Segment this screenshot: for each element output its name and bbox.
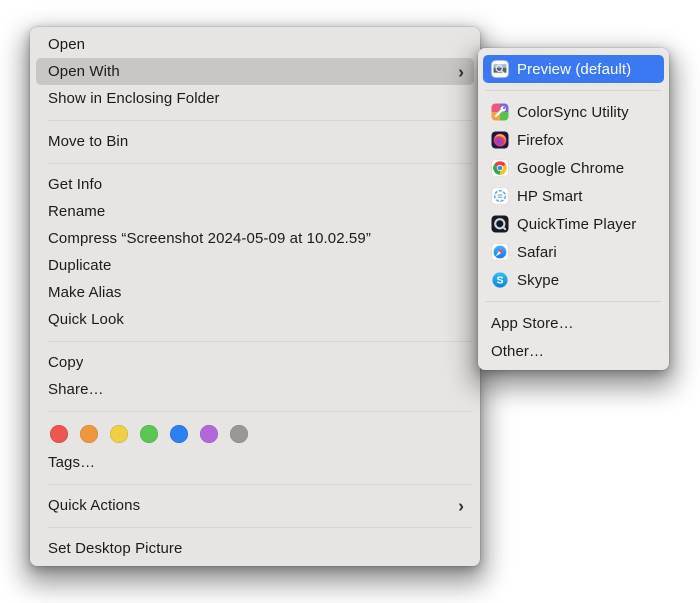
- menu-separator: [47, 162, 472, 164]
- tag-dot-orange[interactable]: [80, 425, 98, 443]
- chevron-right-icon: ›: [458, 495, 464, 516]
- menu-separator: [485, 90, 662, 91]
- menu-item-label: Tags…: [48, 454, 96, 471]
- menu-item-label: ColorSync Utility: [517, 103, 629, 121]
- menu-item-label: Move to Bin: [48, 133, 129, 150]
- menu-item-tags[interactable]: Tags…: [36, 449, 474, 476]
- safari-icon: [491, 243, 509, 261]
- menu-item-make-alias[interactable]: Make Alias: [36, 279, 474, 306]
- open-with-submenu: Preview (default) ColorSync Utility Firefo…: [478, 48, 669, 370]
- menu-item-label: Quick Actions: [48, 497, 141, 514]
- menu-item-set-desktop-picture[interactable]: Set Desktop Picture: [36, 535, 474, 562]
- submenu-item-colorsync-utility[interactable]: ColorSync Utility: [483, 98, 664, 126]
- context-menu: Open Open With › Show in Enclosing Folder Mo…: [30, 27, 480, 566]
- menu-item-label: App Store…: [491, 314, 574, 332]
- submenu-item-hp-smart[interactable]: HP Smart: [483, 182, 664, 210]
- menu-item-move-to-bin[interactable]: Move to Bin: [36, 128, 474, 155]
- submenu-item-firefox[interactable]: Firefox: [483, 126, 664, 154]
- menu-item-label: Set Desktop Picture: [48, 540, 183, 557]
- menu-item-label: Google Chrome: [517, 159, 625, 177]
- submenu-item-quicktime-player[interactable]: QuickTime Player: [483, 210, 664, 238]
- tag-dot-red[interactable]: [50, 425, 68, 443]
- colorsync-icon: [491, 103, 509, 121]
- preview-icon: [491, 60, 509, 78]
- menu-item-label: Open: [48, 36, 86, 53]
- chrome-icon: [491, 159, 509, 177]
- menu-item-quick-actions[interactable]: Quick Actions ›: [36, 492, 474, 519]
- tag-dot-blue[interactable]: [170, 425, 188, 443]
- chevron-right-icon: ›: [458, 61, 464, 82]
- hp-smart-icon: [491, 187, 509, 205]
- skype-icon: S: [491, 271, 509, 289]
- menu-separator: [485, 301, 662, 302]
- menu-item-label: Firefox: [517, 131, 564, 149]
- menu-item-label: HP Smart: [517, 187, 583, 205]
- menu-item-label: Open With: [48, 63, 120, 80]
- menu-item-label: Show in Enclosing Folder: [48, 90, 220, 107]
- menu-item-label: Safari: [517, 243, 557, 261]
- menu-item-get-info[interactable]: Get Info: [36, 171, 474, 198]
- menu-separator: [47, 340, 472, 342]
- submenu-item-google-chrome[interactable]: Google Chrome: [483, 154, 664, 182]
- quicktime-icon: [491, 215, 509, 233]
- menu-separator: [47, 483, 472, 485]
- tag-dot-yellow[interactable]: [110, 425, 128, 443]
- menu-item-duplicate[interactable]: Duplicate: [36, 252, 474, 279]
- menu-item-label: Copy: [48, 354, 84, 371]
- menu-item-label: QuickTime Player: [517, 215, 637, 233]
- menu-item-label: Rename: [48, 203, 106, 220]
- menu-item-label: Compress “Screenshot 2024-05-09 at 10.02…: [48, 230, 371, 247]
- menu-separator: [47, 526, 472, 528]
- menu-item-quick-look[interactable]: Quick Look: [36, 306, 474, 333]
- menu-item-show-in-enclosing-folder[interactable]: Show in Enclosing Folder: [36, 85, 474, 112]
- menu-item-open-with[interactable]: Open With ›: [36, 58, 474, 85]
- menu-item-label: Other…: [491, 342, 545, 360]
- tag-dot-green[interactable]: [140, 425, 158, 443]
- svg-text:S: S: [496, 275, 503, 287]
- submenu-item-app-store[interactable]: App Store…: [483, 309, 664, 337]
- menu-item-label: Preview (default): [517, 60, 632, 78]
- tag-dot-grey[interactable]: [230, 425, 248, 443]
- menu-item-label: Make Alias: [48, 284, 122, 301]
- submenu-item-safari[interactable]: Safari: [483, 238, 664, 266]
- menu-item-compress-screenshot-2024-05-09-at-10-02-59[interactable]: Compress “Screenshot 2024-05-09 at 10.02…: [36, 225, 474, 252]
- menu-item-rename[interactable]: Rename: [36, 198, 474, 225]
- menu-item-open[interactable]: Open: [36, 31, 474, 58]
- menu-item-label: Quick Look: [48, 311, 125, 328]
- menu-item-label: Skype: [517, 271, 560, 289]
- submenu-item-preview-default[interactable]: Preview (default): [483, 55, 664, 83]
- menu-item-share[interactable]: Share…: [36, 376, 474, 403]
- menu-separator: [47, 119, 472, 121]
- menu-item-label: Duplicate: [48, 257, 112, 274]
- menu-item-label: Share…: [48, 381, 104, 398]
- submenu-item-skype[interactable]: S Skype: [483, 266, 664, 294]
- tag-dot-purple[interactable]: [200, 425, 218, 443]
- menu-item-label: Get Info: [48, 176, 103, 193]
- tag-color-row: [36, 419, 474, 449]
- menu-item-copy[interactable]: Copy: [36, 349, 474, 376]
- submenu-item-other[interactable]: Other…: [483, 337, 664, 365]
- firefox-icon: [491, 131, 509, 149]
- menu-separator: [47, 410, 472, 412]
